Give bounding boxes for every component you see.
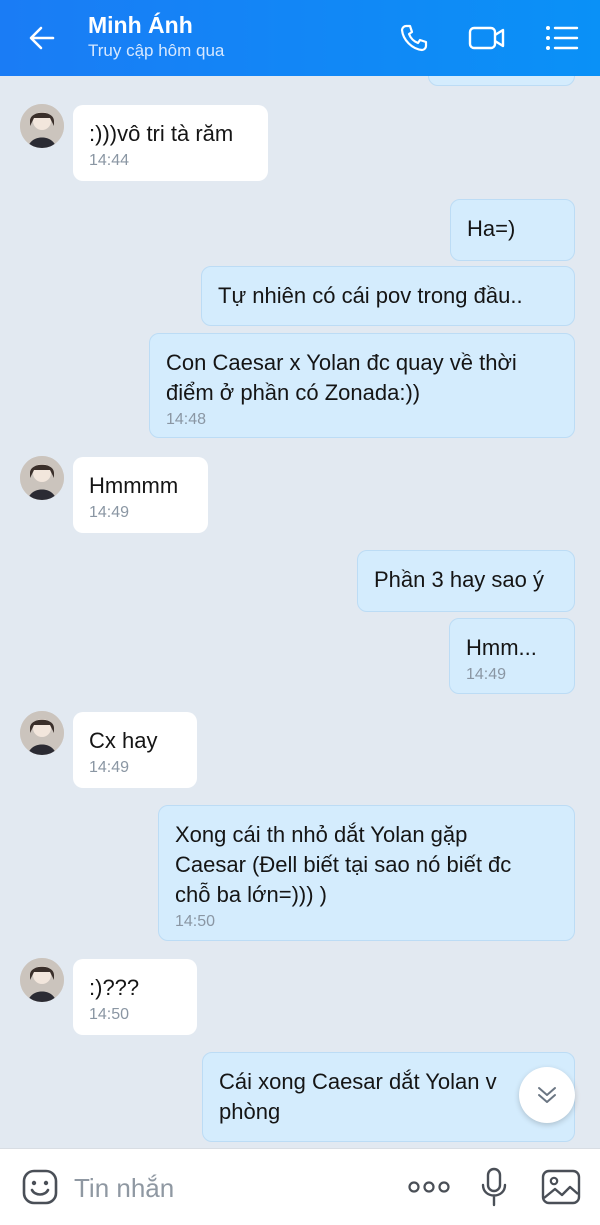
message-time: 14:49 — [466, 666, 507, 683]
video-call-button[interactable] — [465, 18, 509, 58]
message-bubble-incoming[interactable]: Cx hay 14:49 — [73, 712, 197, 788]
message-text: :)??? — [89, 975, 140, 1000]
message-text: Xong cái th nhỏ dắt Yolan gặp — [175, 822, 468, 847]
avatar[interactable] — [20, 711, 64, 755]
chat-header: Minh Ánh Truy cập hôm qua — [0, 0, 600, 76]
contact-info[interactable]: Minh Ánh Truy cập hôm qua — [88, 10, 224, 62]
message-time: 14:49 — [89, 504, 130, 521]
message-time: 14:44 — [89, 152, 130, 169]
avatar[interactable] — [20, 958, 64, 1002]
call-button[interactable] — [392, 18, 436, 58]
message-bubble-outgoing[interactable]: Phần 3 hay sao ý — [357, 550, 575, 612]
message-composer — [0, 1148, 600, 1225]
message-time: 14:48 — [166, 411, 207, 428]
back-button[interactable] — [20, 18, 64, 58]
message-text: Con Caesar x Yolan đc quay về thời — [166, 350, 517, 375]
message-text: Tự nhiên có cái pov trong đầu.. — [218, 283, 523, 308]
message-text: phòng — [219, 1099, 281, 1124]
message-text: Hmm... — [466, 635, 537, 660]
message-text: Cx hay — [89, 728, 158, 753]
arrow-left-icon — [29, 26, 55, 50]
more-button[interactable] — [405, 1173, 453, 1201]
message-bubble-outgoing[interactable]: Ha=) — [450, 199, 575, 261]
image-button[interactable] — [538, 1167, 584, 1207]
sticker-button[interactable] — [20, 1167, 60, 1207]
sticker-smile-icon — [22, 1169, 58, 1205]
list-menu-icon — [546, 26, 579, 50]
chevrons-down-icon — [538, 1087, 556, 1103]
message-bubble-partial[interactable] — [428, 76, 575, 86]
message-text: Cái xong Caesar dắt Yolan v — [219, 1069, 497, 1094]
message-time: 14:49 — [89, 759, 130, 776]
message-bubble-incoming[interactable]: Hmmmm 14:49 — [73, 457, 208, 533]
message-text: :)))vô tri tà răm — [89, 121, 234, 146]
message-bubble-outgoing[interactable]: Xong cái th nhỏ dắt Yolan gặp Caesar (Đe… — [158, 805, 575, 941]
message-input[interactable] — [72, 1169, 376, 1207]
contact-name: Minh Ánh — [88, 12, 193, 38]
message-bubble-incoming[interactable]: :)))vô tri tà răm 14:44 — [73, 105, 268, 181]
message-time: 14:50 — [175, 913, 216, 930]
avatar[interactable] — [20, 104, 64, 148]
message-bubble-outgoing[interactable]: Tự nhiên có cái pov trong đầu.. — [201, 266, 575, 326]
message-text: Ha=) — [467, 216, 516, 241]
scroll-down-button[interactable] — [519, 1067, 575, 1123]
message-bubble-outgoing[interactable]: Con Caesar x Yolan đc quay về thời điểm … — [149, 333, 575, 438]
image-icon — [541, 1169, 581, 1205]
microphone-icon — [481, 1167, 507, 1207]
message-text: Caesar (Đell biết tại sao nó biết đc — [175, 852, 512, 877]
message-list[interactable]: :)))vô tri tà răm 14:44 Ha=) Tự nhiên có… — [0, 76, 600, 1148]
message-bubble-incoming[interactable]: :)??? 14:50 — [73, 959, 197, 1035]
message-time: 14:50 — [89, 1006, 130, 1023]
avatar[interactable] — [20, 456, 64, 500]
microphone-button[interactable] — [476, 1165, 512, 1209]
message-text: chỗ ba lớn=))) ) — [175, 882, 327, 907]
more-dots-icon — [408, 1181, 450, 1193]
video-icon — [468, 26, 505, 50]
menu-button[interactable] — [540, 18, 584, 58]
message-bubble-outgoing[interactable]: Hmm... 14:49 — [449, 618, 575, 694]
phone-icon — [400, 24, 428, 52]
last-seen-status: Truy cập hôm qua — [88, 41, 225, 60]
message-text: điểm ở phần có Zonada:)) — [166, 380, 421, 405]
message-text: Phần 3 hay sao ý — [374, 567, 545, 592]
message-text: Hmmmm — [89, 473, 179, 498]
